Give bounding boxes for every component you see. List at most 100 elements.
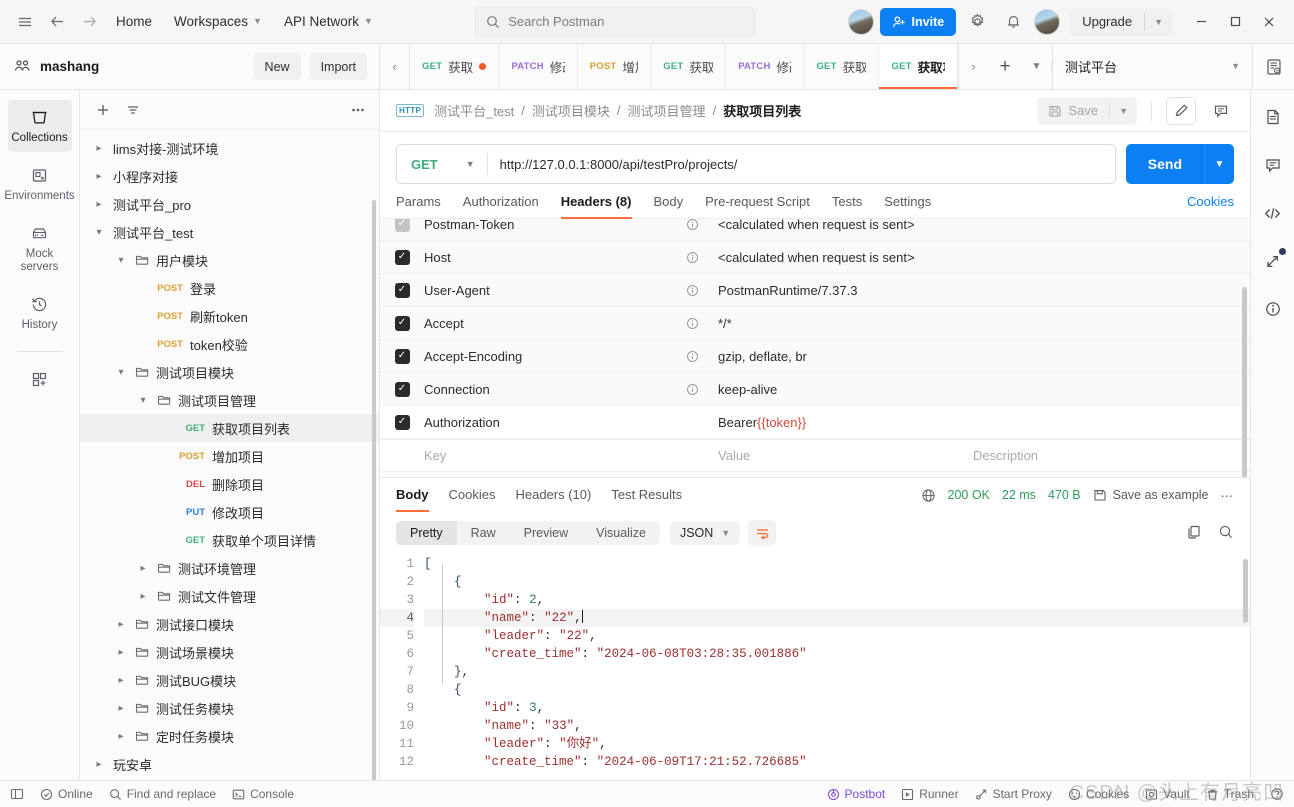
copy-button[interactable]	[1186, 524, 1202, 543]
request-tab[interactable]: GET 获取B	[804, 44, 880, 89]
maximize-button[interactable]	[1218, 7, 1252, 37]
save-chevron-down-icon[interactable]: ▼	[1110, 106, 1137, 116]
trash-button[interactable]: Trash	[1206, 787, 1254, 801]
breadcrumb-item-0[interactable]: 测试平台_test	[434, 101, 514, 120]
request-config-tab[interactable]: Params	[396, 194, 441, 218]
rail-item-add-apps[interactable]	[8, 362, 72, 395]
tree-folder-item[interactable]: ▾ 测试项目管理	[80, 386, 379, 414]
save-as-example-button[interactable]: Save as example	[1093, 488, 1209, 502]
response-body-code[interactable]: [ { "id": 2, "name": "22", "leader": "22…	[424, 555, 1250, 771]
response-scrollbar[interactable]	[1243, 559, 1248, 623]
chevron-down-icon[interactable]: ▾	[114, 255, 128, 266]
chevron-down-icon[interactable]: ▾	[136, 395, 150, 406]
tree-folder-item[interactable]: ▸ 测试环境管理	[80, 554, 379, 582]
header-key[interactable]: Connection	[424, 382, 686, 397]
tree-collection-item[interactable]: ▸ 玩安卓	[80, 750, 379, 778]
chevron-right-icon[interactable]: ▸	[114, 619, 128, 630]
header-row[interactable]: ✓ Authorization Bearer {{token}}	[380, 406, 1250, 439]
header-key[interactable]: Postman-Token	[424, 219, 686, 232]
start-proxy-button[interactable]: Start Proxy	[975, 787, 1052, 801]
tree-folder-item[interactable]: ▸ 定时任务模块	[80, 722, 379, 750]
code-line[interactable]: },	[424, 663, 1250, 681]
chevron-right-icon[interactable]: ▸	[114, 731, 128, 742]
request-config-tab[interactable]: Headers (8)	[560, 194, 632, 219]
tree-request-item[interactable]: ▸GET获取项目列表	[80, 414, 379, 442]
sidebar-toggle-button[interactable]	[10, 787, 24, 801]
header-checkbox[interactable]: ✓	[380, 348, 424, 364]
plus-icon[interactable]	[90, 97, 116, 123]
response-view-mode[interactable]: Raw	[457, 521, 510, 545]
tree-folder-item[interactable]: ▸ 测试接口模块	[80, 610, 379, 638]
response-format-selector[interactable]: JSON ▼	[669, 521, 741, 545]
request-tab[interactable]: GET 获取项	[879, 44, 958, 89]
minimize-button[interactable]	[1184, 7, 1218, 37]
chevron-right-icon[interactable]: ▸	[92, 143, 106, 154]
method-selector[interactable]: GET ▼	[397, 145, 487, 183]
tree-request-item[interactable]: ▸DEL删除项目	[80, 470, 379, 498]
rail-item-mock-servers[interactable]: Mock servers	[8, 216, 72, 282]
tabs-scroll-left-button[interactable]: ‹	[380, 44, 410, 89]
response-more-icon[interactable]: ⋯	[1221, 488, 1235, 503]
runner-button[interactable]: Runner	[901, 787, 959, 801]
request-tab[interactable]: GET 获取项	[410, 44, 500, 89]
tree-folder-item[interactable]: ▾ 测试项目模块	[80, 358, 379, 386]
nav-home[interactable]: Home	[106, 7, 162, 37]
breadcrumb-item-1[interactable]: 测试项目模块	[532, 101, 610, 120]
tree-request-item[interactable]: ▸POST刷新token	[80, 302, 379, 330]
environment-quick-look-button[interactable]	[1252, 44, 1294, 89]
tree-request-item[interactable]: ▸POST登录	[80, 274, 379, 302]
request-config-tab[interactable]: Body	[654, 194, 684, 218]
response-tab[interactable]: Test Results	[611, 487, 682, 511]
import-button[interactable]: Import	[309, 53, 367, 80]
header-value[interactable]: */*	[718, 316, 973, 331]
console-button[interactable]: Console	[232, 787, 294, 801]
header-row[interactable]: ✓ Connection keep-alive	[380, 373, 1250, 406]
chevron-down-icon[interactable]: ▾	[114, 367, 128, 378]
header-key[interactable]: Host	[424, 250, 686, 265]
code-line[interactable]: {	[424, 681, 1250, 699]
new-button[interactable]: New	[253, 53, 301, 80]
chevron-right-icon[interactable]: ▸	[92, 171, 106, 182]
header-checkbox[interactable]: ✓	[380, 249, 424, 265]
header-checkbox[interactable]: ✓	[380, 315, 424, 331]
tree-collection-item[interactable]: ▸ 小程序对接	[80, 162, 379, 190]
header-value[interactable]: <calculated when request is sent>	[718, 250, 973, 265]
tree-request-item[interactable]: ▸GET获取单个项目详情	[80, 526, 379, 554]
rail-item-collections[interactable]: Collections	[7, 100, 72, 152]
vault-button[interactable]: Vault	[1145, 787, 1190, 801]
code-line[interactable]: "name": "33",	[424, 717, 1250, 735]
header-new-row[interactable]: Key Value Description	[380, 439, 1250, 472]
response-view-mode[interactable]: Visualize	[582, 521, 660, 545]
header-row[interactable]: ✓ User-Agent PostmanRuntime/7.37.3	[380, 274, 1250, 307]
response-tab[interactable]: Headers (10)	[515, 487, 591, 511]
nav-api-network[interactable]: API Network ▼	[274, 7, 383, 37]
chevron-right-icon[interactable]: ▸	[114, 647, 128, 658]
code-line[interactable]: [	[424, 555, 1250, 573]
chevron-right-icon[interactable]: ▸	[136, 591, 150, 602]
comments-icon[interactable]	[1260, 152, 1286, 178]
chevron-right-icon[interactable]: ▸	[114, 675, 128, 686]
postbot-button[interactable]: Postbot	[827, 787, 885, 801]
response-view-mode[interactable]: Pretty	[396, 521, 457, 545]
header-info-icon[interactable]	[686, 219, 718, 231]
online-status[interactable]: Online	[40, 787, 93, 801]
forward-icon[interactable]	[74, 7, 104, 37]
tree-folder-item[interactable]: ▸ 测试BUG模块	[80, 666, 379, 694]
header-info-icon[interactable]	[686, 284, 718, 297]
request-config-tab[interactable]: Authorization	[463, 194, 539, 218]
help-button[interactable]	[1270, 787, 1284, 801]
header-key-placeholder[interactable]: Key	[424, 448, 686, 463]
header-value[interactable]: keep-alive	[718, 382, 973, 397]
request-config-tab[interactable]: Pre-request Script	[705, 194, 810, 218]
send-chevron-down-icon[interactable]: ▼	[1204, 144, 1234, 184]
header-description-placeholder[interactable]: Description	[973, 448, 1250, 463]
code-line[interactable]: "id": 2,	[424, 591, 1250, 609]
edit-request-button[interactable]	[1166, 96, 1196, 125]
header-value[interactable]: PostmanRuntime/7.37.3	[718, 283, 973, 298]
response-view-mode[interactable]: Preview	[510, 521, 582, 545]
code-icon[interactable]	[1260, 200, 1286, 226]
tree-folder-item[interactable]: ▸ 测试任务模块	[80, 694, 379, 722]
save-button[interactable]: Save	[1037, 103, 1109, 118]
tree-request-item[interactable]: ▸POSTtoken校验	[80, 330, 379, 358]
wrap-lines-button[interactable]	[748, 520, 777, 546]
